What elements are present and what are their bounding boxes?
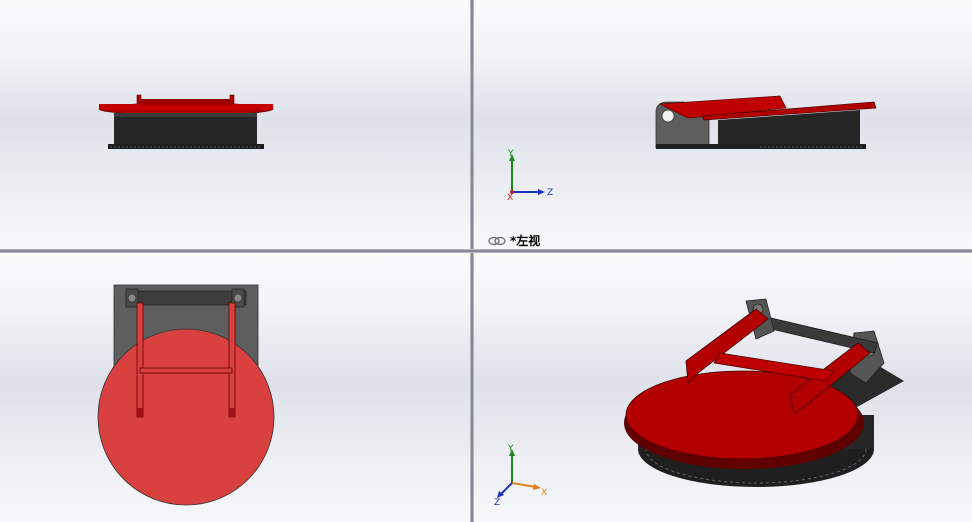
viewport-isometric[interactable]: Y X Z — [474, 253, 972, 522]
top-view-model — [97, 284, 275, 506]
axis-triad-icon: Y X Z — [507, 149, 553, 203]
axis-z-label: Z — [547, 188, 553, 198]
axis-triad-icon: Y X Z — [494, 444, 547, 507]
viewport-front[interactable] — [0, 0, 470, 249]
axis-y-label: Y — [507, 149, 514, 159]
link-icon — [488, 235, 506, 249]
viewport-splitter-vertical[interactable] — [470, 0, 474, 522]
axis-x-label: X — [541, 488, 547, 498]
view-name-text: *左视 — [510, 234, 541, 248]
viewport-splitter-horizontal[interactable] — [0, 249, 972, 253]
front-view-model — [98, 94, 274, 149]
left-view-model — [655, 95, 877, 149]
axis-y-label: Y — [507, 444, 514, 454]
axis-z-label: Z — [494, 498, 500, 507]
viewport-left[interactable]: Y X Z *左视 — [474, 0, 972, 249]
axis-x-label: X — [507, 193, 513, 203]
view-name-label: *左视 — [488, 232, 540, 249]
viewport-top[interactable] — [0, 253, 470, 522]
